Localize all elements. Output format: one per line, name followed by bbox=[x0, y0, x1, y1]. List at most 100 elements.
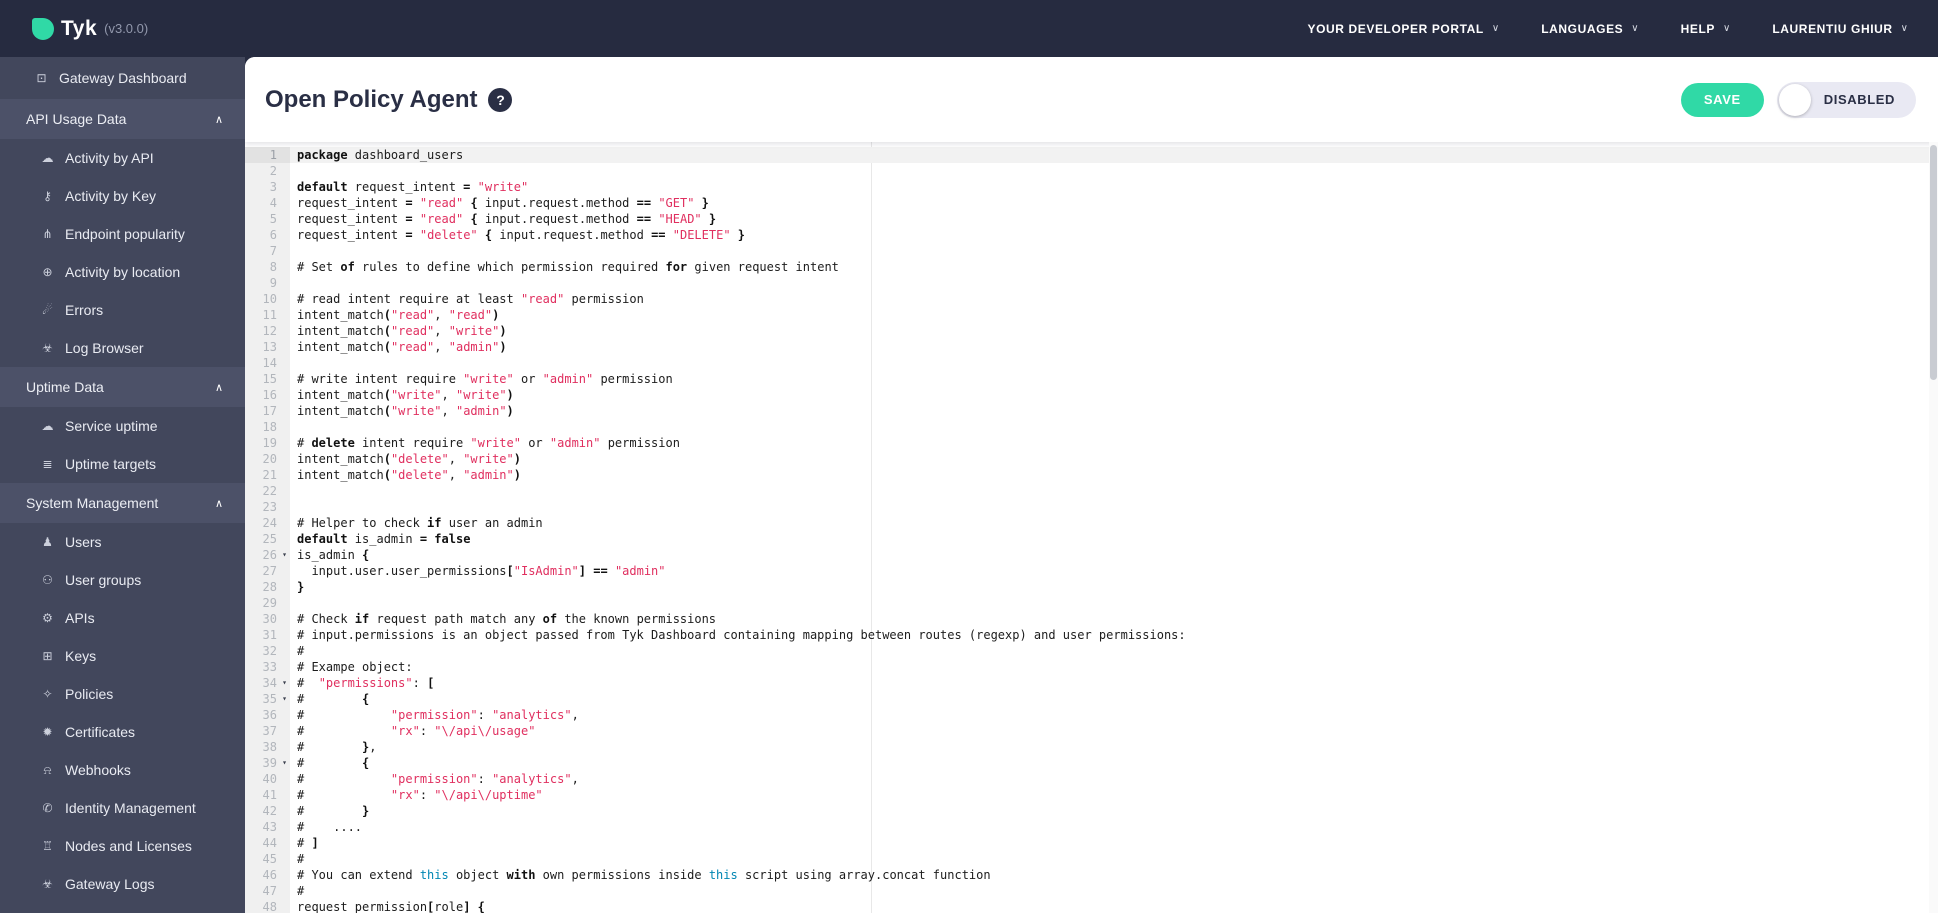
line-number[interactable]: 18 bbox=[245, 419, 290, 435]
line-number[interactable]: 48 bbox=[245, 899, 290, 913]
code-line[interactable]: 5 request_intent = "read" { input.request… bbox=[245, 211, 1938, 227]
sidebar-item-users[interactable]: ♟ Users bbox=[0, 523, 245, 561]
code-line[interactable]: 36 # "permission": "analytics", bbox=[245, 707, 1938, 723]
code-line[interactable]: 31 # input.permissions is an object passe… bbox=[245, 627, 1938, 643]
line-number[interactable]: 28 bbox=[245, 579, 290, 595]
code-line[interactable]: 8 # Set of rules to define which permissi… bbox=[245, 259, 1938, 275]
code-line[interactable]: 30 # Check if request path match any of t… bbox=[245, 611, 1938, 627]
sidebar-item-apis[interactable]: ⚙ APIs bbox=[0, 599, 245, 637]
line-number[interactable]: 19 bbox=[245, 435, 290, 451]
sidebar-item-certificates[interactable]: ✹ Certificates bbox=[0, 713, 245, 751]
line-number[interactable]: 45 bbox=[245, 851, 290, 867]
line-number[interactable]: 5 bbox=[245, 211, 290, 227]
nav-menu-user-laurentiu-ghiur[interactable]: LAURENTIU GHIUR ∨ bbox=[1772, 22, 1908, 36]
line-number[interactable]: 16 bbox=[245, 387, 290, 403]
line-number[interactable]: 9 bbox=[245, 275, 290, 291]
sidebar-item-activity-by-api[interactable]: ☁ Activity by API bbox=[0, 139, 245, 177]
sidebar-section-system-management[interactable]: System Management ∧ bbox=[0, 483, 245, 523]
code-line[interactable]: 39 ▾ # { bbox=[245, 755, 1938, 771]
line-number[interactable]: 37 bbox=[245, 723, 290, 739]
code-line[interactable]: 20 intent_match("delete", "write") bbox=[245, 451, 1938, 467]
editor-scrollbar-thumb[interactable] bbox=[1930, 145, 1937, 380]
line-number[interactable]: 38 bbox=[245, 739, 290, 755]
sidebar-item-nodes-and-licenses[interactable]: ♖ Nodes and Licenses bbox=[0, 827, 245, 865]
code-line[interactable]: 47 # bbox=[245, 883, 1938, 899]
line-number[interactable]: 33 bbox=[245, 659, 290, 675]
code-line[interactable]: 37 # "rx": "\/api\/usage" bbox=[245, 723, 1938, 739]
line-number[interactable]: 39 ▾ bbox=[245, 755, 290, 771]
code-line[interactable]: 41 # "rx": "\/api\/uptime" bbox=[245, 787, 1938, 803]
sidebar-item-policies[interactable]: ✧ Policies bbox=[0, 675, 245, 713]
line-number[interactable]: 21 bbox=[245, 467, 290, 483]
line-number[interactable]: 6 bbox=[245, 227, 290, 243]
code-line[interactable]: 25 default is_admin = false bbox=[245, 531, 1938, 547]
code-line[interactable]: 16 intent_match("write", "write") bbox=[245, 387, 1938, 403]
line-number[interactable]: 26 ▾ bbox=[245, 547, 290, 563]
line-number[interactable]: 8 bbox=[245, 259, 290, 275]
sidebar-item-user-groups[interactable]: ⚇ User groups bbox=[0, 561, 245, 599]
sidebar-item-webhooks[interactable]: ⍾ Webhooks bbox=[0, 751, 245, 789]
code-line[interactable]: 2 bbox=[245, 163, 1938, 179]
sidebar-item-gateway-dashboard[interactable]: ⊡ Gateway Dashboard bbox=[0, 57, 245, 99]
code-line[interactable]: 27 input.user.user_permissions["IsAdmin"… bbox=[245, 563, 1938, 579]
code-line[interactable]: 24 # Helper to check if user an admin bbox=[245, 515, 1938, 531]
line-number[interactable]: 3 bbox=[245, 179, 290, 195]
sidebar-section-uptime-data[interactable]: Uptime Data ∧ bbox=[0, 367, 245, 407]
line-number[interactable]: 40 bbox=[245, 771, 290, 787]
line-number[interactable]: 44 bbox=[245, 835, 290, 851]
line-number[interactable]: 30 bbox=[245, 611, 290, 627]
code-line[interactable]: 3 default request_intent = "write" bbox=[245, 179, 1938, 195]
code-line[interactable]: 26 ▾ is_admin { bbox=[245, 547, 1938, 563]
brand[interactable]: Tyk (v3.0.0) bbox=[32, 17, 148, 41]
line-number[interactable]: 15 bbox=[245, 371, 290, 387]
fold-arrow-icon[interactable]: ▾ bbox=[277, 755, 287, 771]
sidebar-item-uptime-targets[interactable]: ≣ Uptime targets bbox=[0, 445, 245, 483]
line-number[interactable]: 11 bbox=[245, 307, 290, 323]
code-line[interactable]: 46 # You can extend this object with own … bbox=[245, 867, 1938, 883]
code-line[interactable]: 28} bbox=[245, 579, 1938, 595]
sidebar-item-errors[interactable]: ☄ Errors bbox=[0, 291, 245, 329]
code-line[interactable]: 35 ▾ # { bbox=[245, 691, 1938, 707]
code-line[interactable]: 11 intent_match("read", "read") bbox=[245, 307, 1938, 323]
fold-arrow-icon[interactable]: ▾ bbox=[277, 691, 287, 707]
line-number[interactable]: 1 bbox=[245, 147, 290, 163]
code-line[interactable]: 32 # bbox=[245, 643, 1938, 659]
line-number[interactable]: 36 bbox=[245, 707, 290, 723]
code-line[interactable]: 22 bbox=[245, 483, 1938, 499]
code-line[interactable]: 40 # "permission": "analytics", bbox=[245, 771, 1938, 787]
nav-menu-languages[interactable]: LANGUAGES ∨ bbox=[1541, 22, 1638, 36]
code-line[interactable]: 6 request_intent = "delete" { input.reque… bbox=[245, 227, 1938, 243]
sidebar-item-endpoint-popularity[interactable]: ⋔ Endpoint popularity bbox=[0, 215, 245, 253]
code-line[interactable]: 42 # } bbox=[245, 803, 1938, 819]
sidebar-section-api-usage-data[interactable]: API Usage Data ∧ bbox=[0, 99, 245, 139]
line-number[interactable]: 22 bbox=[245, 483, 290, 499]
sidebar-item-log-browser[interactable]: ☣ Log Browser bbox=[0, 329, 245, 367]
line-number[interactable]: 12 bbox=[245, 323, 290, 339]
code-line[interactable]: 17 intent_match("write", "admin") bbox=[245, 403, 1938, 419]
code-line[interactable]: 12 intent_match("read", "write") bbox=[245, 323, 1938, 339]
code-line[interactable]: 9 bbox=[245, 275, 1938, 291]
fold-arrow-icon[interactable]: ▾ bbox=[277, 675, 287, 691]
code-line[interactable]: 18 bbox=[245, 419, 1938, 435]
line-number[interactable]: 25 bbox=[245, 531, 290, 547]
code-line[interactable]: 15 # write intent require "write" or "adm… bbox=[245, 371, 1938, 387]
code-line[interactable]: 48 request_permission[role] { bbox=[245, 899, 1938, 913]
code-line[interactable]: 29 bbox=[245, 595, 1938, 611]
line-number[interactable]: 10 bbox=[245, 291, 290, 307]
code-line[interactable]: 44 # ] bbox=[245, 835, 1938, 851]
line-number[interactable]: 27 bbox=[245, 563, 290, 579]
code-line[interactable]: 38 # }, bbox=[245, 739, 1938, 755]
code-line[interactable]: 21 intent_match("delete", "admin") bbox=[245, 467, 1938, 483]
line-number[interactable]: 7 bbox=[245, 243, 290, 259]
line-number[interactable]: 20 bbox=[245, 451, 290, 467]
code-line[interactable]: 45 # bbox=[245, 851, 1938, 867]
line-number[interactable]: 4 bbox=[245, 195, 290, 211]
help-icon[interactable]: ? bbox=[488, 87, 513, 112]
code-line[interactable]: 10 # read intent require at least "read" … bbox=[245, 291, 1938, 307]
line-number[interactable]: 41 bbox=[245, 787, 290, 803]
sidebar-item-keys[interactable]: ⊞ Keys bbox=[0, 637, 245, 675]
code-line[interactable]: 33 # Exampe object: bbox=[245, 659, 1938, 675]
nav-menu-your-developer-portal[interactable]: YOUR DEVELOPER PORTAL ∨ bbox=[1307, 22, 1499, 36]
line-number[interactable]: 35 ▾ bbox=[245, 691, 290, 707]
code-line[interactable]: 13 intent_match("read", "admin") bbox=[245, 339, 1938, 355]
